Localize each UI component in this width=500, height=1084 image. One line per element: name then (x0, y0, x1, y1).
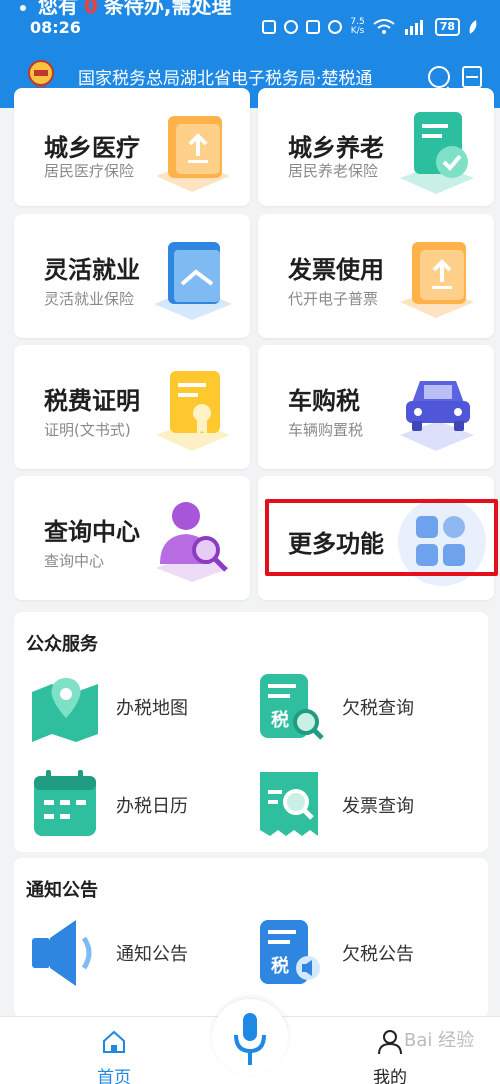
nfc-icon (262, 20, 277, 34)
section-title: 通知公告 (26, 880, 98, 901)
card-invoice-use[interactable]: 发票使用 代开电子普票 (258, 214, 494, 338)
card-vehicle-purchase-tax[interactable]: 车购税 车辆购置税 (258, 345, 494, 469)
signal-icon (404, 20, 423, 35)
map-pin-icon (32, 678, 98, 742)
public-service-panel: 公众服务 办税地图 税 欠税查询 办税日历 发票查询 (14, 612, 488, 852)
service-tax-calendar[interactable]: 办税日历 (30, 768, 250, 848)
card-title: 查询中心 (44, 518, 140, 546)
card-title: 车购税 (288, 387, 360, 415)
card-subtitle: 车辆购置税 (288, 421, 364, 439)
announcement-panel: 通知公告 通知公告 税 欠税公告 (14, 858, 488, 1018)
notice-dot (20, 4, 26, 11)
card-subtitle: 居民养老保险 (288, 162, 379, 180)
tax-search-icon: 税 (260, 674, 324, 740)
do-not-disturb-icon (284, 20, 299, 34)
service-label: 办税日历 (116, 796, 188, 817)
nav-label: 首页 (97, 1068, 131, 1084)
tax-char: 税 (271, 709, 289, 731)
voice-button[interactable] (212, 999, 288, 1075)
announcement-label: 欠税公告 (342, 944, 414, 965)
card-subtitle: 查询中心 (44, 552, 105, 570)
service-label: 发票查询 (342, 796, 414, 817)
card-title: 发票使用 (288, 256, 384, 284)
card-tax-certificate[interactable]: 税费证明 证明(文书式) (14, 345, 250, 469)
speed-unit: K/s (350, 26, 365, 36)
section-title: 公众服务 (26, 634, 98, 655)
service-tax-arrears-query[interactable]: 税 欠税查询 (256, 670, 476, 750)
nav-home[interactable]: 首页 (84, 1025, 144, 1084)
upload-folder-icon (400, 242, 474, 318)
folder-icon (154, 242, 232, 320)
certificate-icon (156, 371, 230, 451)
announcement-notice[interactable]: 通知公告 (30, 916, 250, 996)
card-title: 更多功能 (288, 530, 384, 558)
speaker-icon (32, 920, 92, 986)
leaf-icon (469, 20, 477, 34)
card-title: 城乡医疗 (44, 134, 140, 162)
card-query-center[interactable]: 查询中心 查询中心 (14, 476, 250, 600)
service-tax-map[interactable]: 办税地图 (30, 670, 250, 750)
service-invoice-query[interactable]: 发票查询 (256, 768, 476, 848)
card-subtitle: 灵活就业保险 (44, 290, 135, 308)
status-bar: 08:26 7.5 K/s 78 (0, 16, 500, 44)
battery-indicator: 78 (434, 18, 460, 36)
calendar-icon (34, 770, 96, 836)
scan-icon[interactable] (462, 66, 482, 88)
upload-folder-icon (156, 116, 230, 192)
announcement-tax-arrears[interactable]: 税 欠税公告 (256, 916, 476, 996)
car-icon (400, 381, 474, 451)
grid-menu-icon (398, 498, 486, 586)
status-time: 08:26 (30, 18, 81, 37)
watermark: Bai 经验 (404, 1030, 475, 1051)
document-check-icon (400, 112, 474, 194)
vibrate-icon (306, 20, 321, 34)
card-flexible-employment[interactable]: 灵活就业 灵活就业保险 (14, 214, 250, 338)
user-icon (378, 1030, 402, 1055)
bluetooth-icon (328, 20, 343, 34)
card-more-functions[interactable]: 更多功能 (258, 476, 494, 600)
card-title: 城乡养老 (288, 134, 384, 162)
status-icons: 7.5 K/s 78 (262, 18, 478, 36)
nav-label: 我的 (373, 1068, 407, 1084)
invoice-search-icon (260, 772, 318, 836)
network-speed: 7.5 K/s (350, 18, 364, 36)
card-title: 灵活就业 (44, 256, 140, 284)
user-search-icon (156, 502, 230, 582)
card-subtitle: 代开电子普票 (288, 290, 379, 308)
card-rural-pension[interactable]: 城乡养老 居民养老保险 (258, 88, 494, 206)
card-rural-medical[interactable]: 城乡医疗 居民医疗保险 (14, 88, 250, 206)
wifi-icon (373, 19, 395, 34)
card-title: 税费证明 (44, 387, 140, 415)
card-subtitle: 居民医疗保险 (44, 162, 135, 180)
home-icon (103, 1030, 125, 1053)
service-label: 办税地图 (116, 698, 188, 719)
microphone-icon (234, 1013, 266, 1065)
card-subtitle: 证明(文书式) (44, 421, 131, 439)
service-label: 欠税查询 (342, 698, 414, 719)
search-icon[interactable] (428, 66, 450, 88)
tax-announcement-icon: 税 (260, 920, 320, 984)
announcement-label: 通知公告 (116, 944, 188, 965)
page-title: 国家税务总局湖北省电子税务局·楚税通 (78, 69, 373, 89)
tax-emblem-icon: 税务 (28, 60, 54, 92)
tax-char: 税 (271, 955, 289, 977)
